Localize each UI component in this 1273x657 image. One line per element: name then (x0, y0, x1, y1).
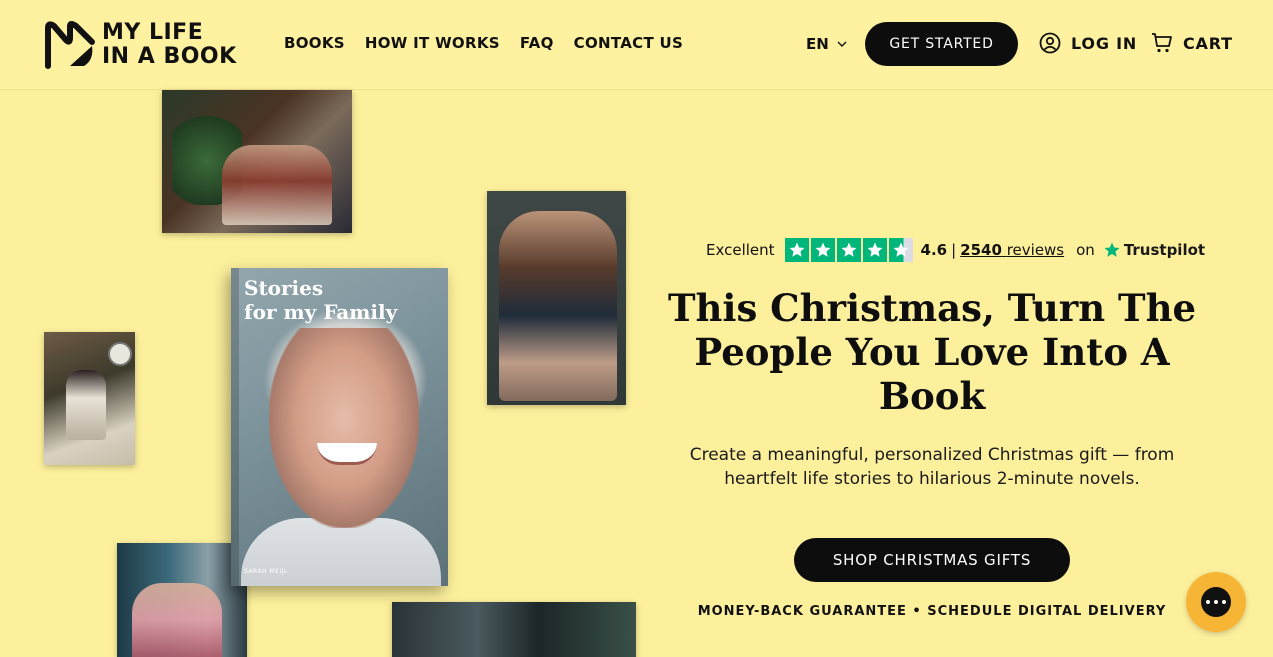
cart-link[interactable]: CART (1151, 32, 1233, 54)
star-icon (784, 238, 809, 262)
book-author: SARAH MEIJL (244, 568, 288, 575)
site-header: MY LIFE IN A BOOK BOOKS HOW IT WORKS FAQ… (0, 0, 1273, 90)
christmas-photo-kids (162, 90, 352, 233)
nav-books[interactable]: BOOKS (284, 34, 345, 52)
cart-icon (1152, 33, 1172, 53)
logo-wordmark: MY LIFE IN A BOOK (102, 21, 237, 69)
christmas-room-photo (392, 602, 636, 657)
book-title: Stories for my Family (244, 276, 398, 324)
logo-line-2: IN A BOOK (102, 44, 237, 69)
book-cover: Stories for my Family SARAH MEIJL (231, 268, 448, 586)
rating-score: 4.6 (920, 241, 948, 259)
language-selector[interactable]: EN (806, 35, 847, 53)
hero-headline: This Christmas, Turn The People You Love… (667, 286, 1197, 418)
star-icon (862, 238, 887, 262)
family-portrait-photo (487, 191, 626, 405)
logo-line-1: MY LIFE (102, 20, 204, 45)
main-nav: BOOKS HOW IT WORKS FAQ CONTACT US (284, 34, 683, 52)
cart-label: CART (1183, 33, 1233, 53)
reviews-link[interactable]: 2540 reviews (960, 241, 1064, 259)
account-icon (1039, 32, 1061, 54)
trustpilot-star-icon (1104, 242, 1120, 257)
shop-christmas-gifts-button[interactable]: SHOP CHRISTMAS GIFTS (794, 538, 1070, 582)
logo[interactable]: MY LIFE IN A BOOK (44, 19, 256, 71)
get-started-button[interactable]: GET STARTED (865, 22, 1018, 66)
login-link[interactable]: LOG IN (1039, 32, 1137, 54)
rating-on: on (1076, 241, 1095, 259)
trustpilot-logo[interactable]: Trustpilot (1103, 241, 1205, 259)
guarantee-text: MONEY-BACK GUARANTEE • SCHEDULE DIGITAL … (697, 604, 1167, 619)
chat-widget-button[interactable] (1186, 572, 1246, 632)
language-label: EN (806, 35, 829, 53)
star-half-icon (888, 238, 913, 262)
chevron-down-icon (837, 41, 847, 47)
rating-stars (784, 238, 913, 262)
nav-contact-us[interactable]: CONTACT US (574, 34, 683, 52)
star-icon (810, 238, 835, 262)
nav-how-it-works[interactable]: HOW IT WORKS (365, 34, 500, 52)
woman-at-table-photo (44, 332, 135, 465)
hero-subtext: Create a meaningful, personalized Christ… (689, 445, 1175, 489)
trustpilot-rating: Excellent 4.6 | 2540 reviews on Trustpil… (706, 237, 1205, 263)
login-label: LOG IN (1071, 33, 1138, 53)
nav-faq[interactable]: FAQ (520, 34, 554, 52)
rating-label: Excellent (706, 241, 775, 259)
couple-christmas-photo (117, 543, 247, 657)
rating-separator: | (951, 241, 957, 259)
logo-mark-icon (45, 21, 95, 69)
star-icon (836, 238, 861, 262)
chat-icon (1201, 587, 1231, 617)
